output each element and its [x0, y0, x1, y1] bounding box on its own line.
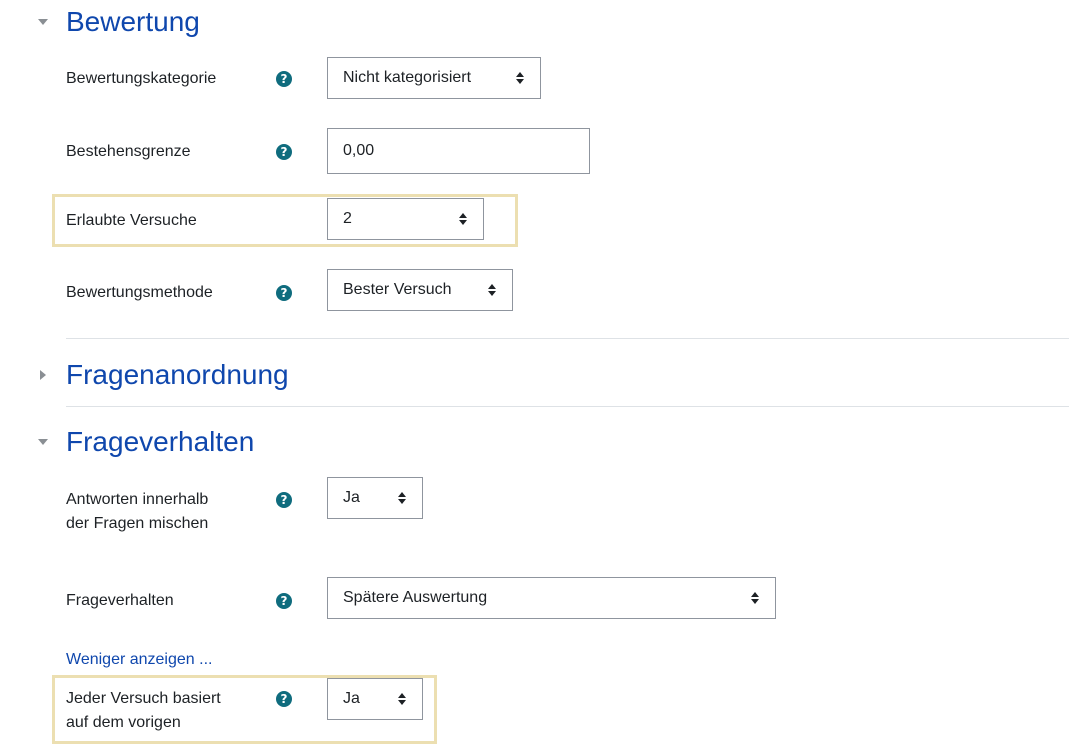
help-icon[interactable]: ? — [276, 144, 292, 160]
section-divider — [66, 338, 1069, 339]
sort-arrows-icon — [488, 282, 498, 298]
select-value: Ja — [343, 690, 360, 707]
select-antworten-mischen[interactable]: Ja — [327, 477, 423, 519]
select-value: Spätere Auswertung — [343, 589, 488, 606]
select-value: 2 — [343, 210, 352, 227]
chevron-right-icon — [36, 368, 50, 382]
label-bestehensgrenze: Bestehensgrenze — [66, 143, 191, 160]
sort-arrows-icon — [516, 70, 526, 86]
sort-arrows-icon — [398, 490, 408, 506]
label-bewertungsmethode: Bewertungsmethode — [66, 284, 213, 301]
input-bestehensgrenze[interactable]: 0,00 — [327, 128, 590, 174]
select-bewertungsmethode[interactable]: Bester Versuch — [327, 269, 513, 311]
select-value: Bester Versuch — [343, 281, 452, 298]
select-frageverhalten[interactable]: Spätere Auswertung — [327, 577, 776, 619]
help-icon[interactable]: ? — [276, 691, 292, 707]
section-header-bewertung[interactable]: Bewertung — [36, 8, 200, 36]
select-erlaubte-versuche[interactable]: 2 — [327, 198, 484, 240]
label-frageverhalten: Frageverhalten — [66, 592, 174, 609]
link-weniger-anzeigen[interactable]: Weniger anzeigen ... — [66, 651, 212, 669]
help-icon[interactable]: ? — [276, 285, 292, 301]
help-icon[interactable]: ? — [276, 492, 292, 508]
label-antworten-mischen: Antworten innerhalb der Fragen mischen — [66, 491, 209, 532]
sort-arrows-icon — [398, 691, 408, 707]
section-title-fragenanordnung: Fragenanordnung — [66, 359, 289, 390]
section-header-frageverhalten[interactable]: Frageverhalten — [36, 428, 254, 456]
select-value: Nicht kategorisiert — [343, 69, 472, 86]
label-bewertungskategorie: Bewertungskategorie — [66, 70, 217, 87]
label-jeder-versuch: Jeder Versuch basiert auf dem vorigen — [66, 690, 221, 731]
input-value: 0,00 — [343, 142, 375, 159]
sort-arrows-icon — [459, 211, 469, 227]
help-icon[interactable]: ? — [276, 593, 292, 609]
section-title-frageverhalten: Frageverhalten — [66, 426, 255, 457]
chevron-down-icon — [36, 15, 50, 29]
sort-arrows-icon — [751, 590, 761, 606]
section-divider — [66, 406, 1069, 407]
help-icon[interactable]: ? — [276, 71, 292, 87]
select-bewertungskategorie[interactable]: Nicht kategorisiert — [327, 57, 541, 99]
select-value: Ja — [343, 489, 360, 506]
label-erlaubte-versuche: Erlaubte Versuche — [66, 212, 197, 229]
chevron-down-icon — [36, 435, 50, 449]
section-title-bewertung: Bewertung — [66, 6, 200, 37]
section-header-fragenanordnung[interactable]: Fragenanordnung — [36, 361, 289, 389]
select-jeder-versuch[interactable]: Ja — [327, 678, 423, 720]
